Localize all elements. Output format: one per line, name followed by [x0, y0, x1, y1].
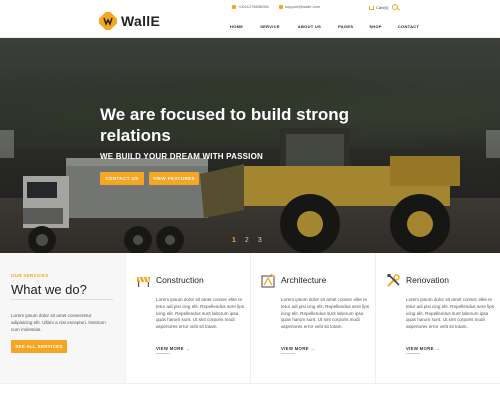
section-bottom-edge — [0, 383, 500, 400]
site-header: WallE +0011278698981 support@walle.com C… — [0, 0, 500, 38]
nav-item-service[interactable]: SERVICE — [260, 24, 280, 29]
logo-icon — [97, 10, 119, 32]
services-intro: OUR SERVICES What we do? Lorem ipsum dol… — [0, 253, 125, 383]
email-address[interactable]: support@walle.com — [285, 4, 320, 9]
nav-item-home[interactable]: HOME — [230, 24, 243, 29]
see-all-services-button[interactable]: SEE ALL SERVICES — [11, 340, 67, 353]
nav-item-shop[interactable]: SHOP — [369, 24, 382, 29]
hero-subtitle: WE BUILD YOUR DREAM WITH PASSION — [100, 152, 263, 161]
slider-dot-1[interactable]: 1 — [232, 237, 236, 244]
nav-item-contact[interactable]: CONTACT — [398, 24, 419, 29]
search-icon[interactable] — [392, 4, 398, 10]
slider-prev-arrow[interactable] — [0, 130, 14, 158]
service-card-renovation: Renovation Lorem ipsum dolor sit amet co… — [375, 253, 500, 383]
nav-item-pages[interactable]: PAGES — [338, 24, 353, 29]
view-more-link[interactable]: VIEW MORE → — [156, 346, 190, 351]
services-kicker: OUR SERVICES — [11, 273, 49, 278]
divider — [406, 353, 420, 354]
divider — [281, 353, 295, 354]
slider-dot-3[interactable]: 3 — [258, 237, 262, 244]
logo[interactable]: WallE — [97, 10, 161, 32]
service-card-construction: Construction Lorem ipsum dolor sit amet … — [125, 253, 250, 383]
divider — [156, 353, 170, 354]
divider — [11, 299, 113, 300]
construction-barrier-icon — [137, 276, 150, 287]
topbar-phone: +0011278698981 — [232, 4, 269, 9]
architecture-compass-icon — [261, 273, 276, 288]
main-nav: HOME SERVICE ABOUT US PAGES SHOP CONTACT — [220, 24, 419, 29]
service-text: Lorem ipsum dolor sit amet consec elite … — [281, 297, 370, 330]
nav-item-about-us[interactable]: ABOUT US — [298, 24, 321, 29]
cart-icon — [369, 5, 374, 10]
renovation-tools-icon — [387, 274, 400, 287]
slider-dot-2[interactable]: 2 — [245, 237, 249, 244]
logo-text: WallE — [121, 13, 161, 29]
view-more-link[interactable]: VIEW MORE → — [281, 346, 315, 351]
services-section: OUR SERVICES What we do? Lorem ipsum dol… — [0, 253, 500, 383]
contact-us-button[interactable]: CONTACT US — [100, 172, 144, 185]
slider-pagination: 1 2 3 — [232, 237, 271, 244]
service-title: Renovation — [406, 275, 450, 285]
phone-icon — [232, 4, 236, 9]
service-title: Architecture — [281, 275, 327, 285]
service-card-architecture: Architecture Lorem ipsum dolor sit amet … — [250, 253, 375, 383]
cart-label[interactable]: Cart(0) — [376, 5, 388, 10]
topbar-email[interactable]: support@walle.com — [279, 4, 320, 9]
hero-title: We are focused to build strong relations — [100, 105, 350, 145]
services-intro-text: Lorem ipsum dolor sit amet consectetur a… — [11, 313, 106, 332]
service-text: Lorem ipsum dolor sit amet consec elite … — [156, 297, 245, 330]
slider-next-arrow[interactable] — [486, 130, 500, 158]
view-features-button[interactable]: VIEW FEATURES — [149, 172, 199, 185]
service-text: Lorem ipsum dolor sit amet consec elite … — [406, 297, 495, 330]
phone-number: +0011278698981 — [238, 4, 269, 9]
mail-icon — [279, 4, 283, 9]
service-title: Construction — [156, 275, 204, 285]
view-more-link[interactable]: VIEW MORE → — [406, 346, 440, 351]
cart-link[interactable]: Cart(0) — [369, 5, 388, 10]
services-heading: What we do? — [11, 282, 87, 297]
